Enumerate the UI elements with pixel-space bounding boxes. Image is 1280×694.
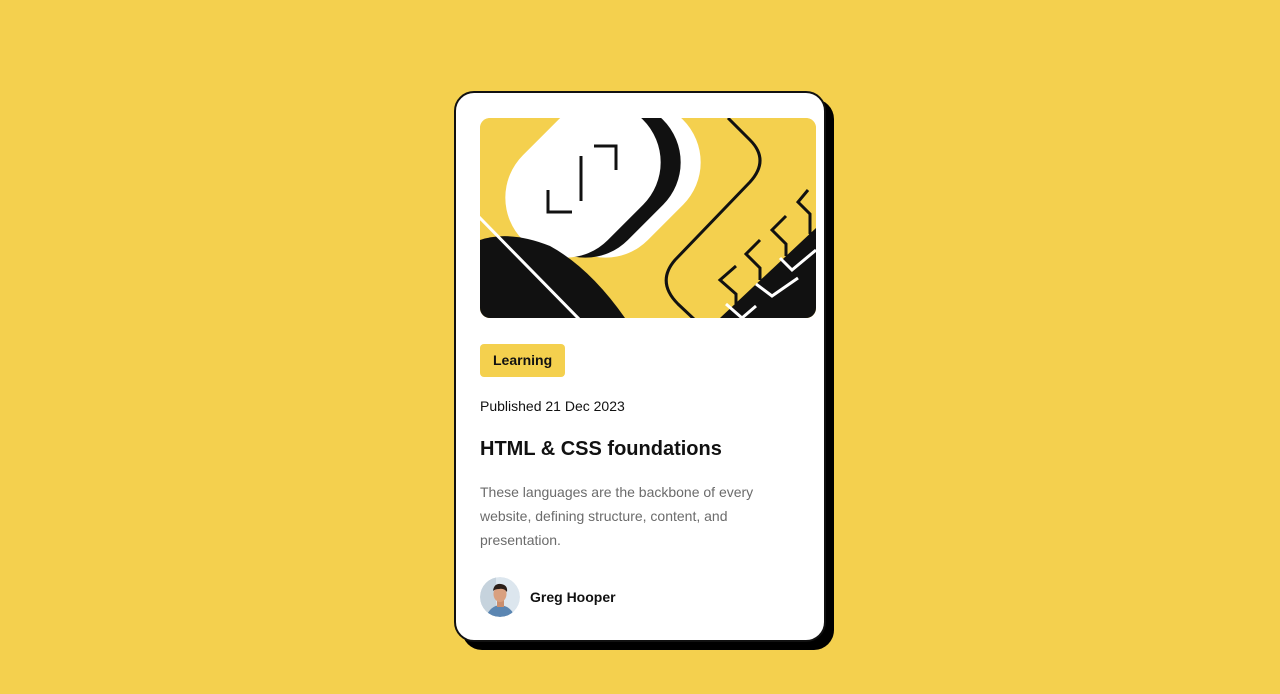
card-description: These languages are the backbone of ever… (480, 484, 754, 548)
author-name[interactable]: Greg Hooper (530, 589, 616, 605)
blog-preview-card: Learning Published 21 Dec 2023 HTML & CS… (454, 91, 826, 642)
author-info: Greg Hooper (480, 577, 616, 617)
person-avatar-icon (480, 577, 520, 617)
category-tag[interactable]: Learning (480, 344, 566, 377)
card-title[interactable]: HTML & CSS foundations (480, 435, 722, 463)
abstract-illustration-icon (480, 118, 816, 318)
hero-illustration (480, 118, 816, 318)
published-date: Published 21 Dec 2023 (480, 398, 625, 414)
